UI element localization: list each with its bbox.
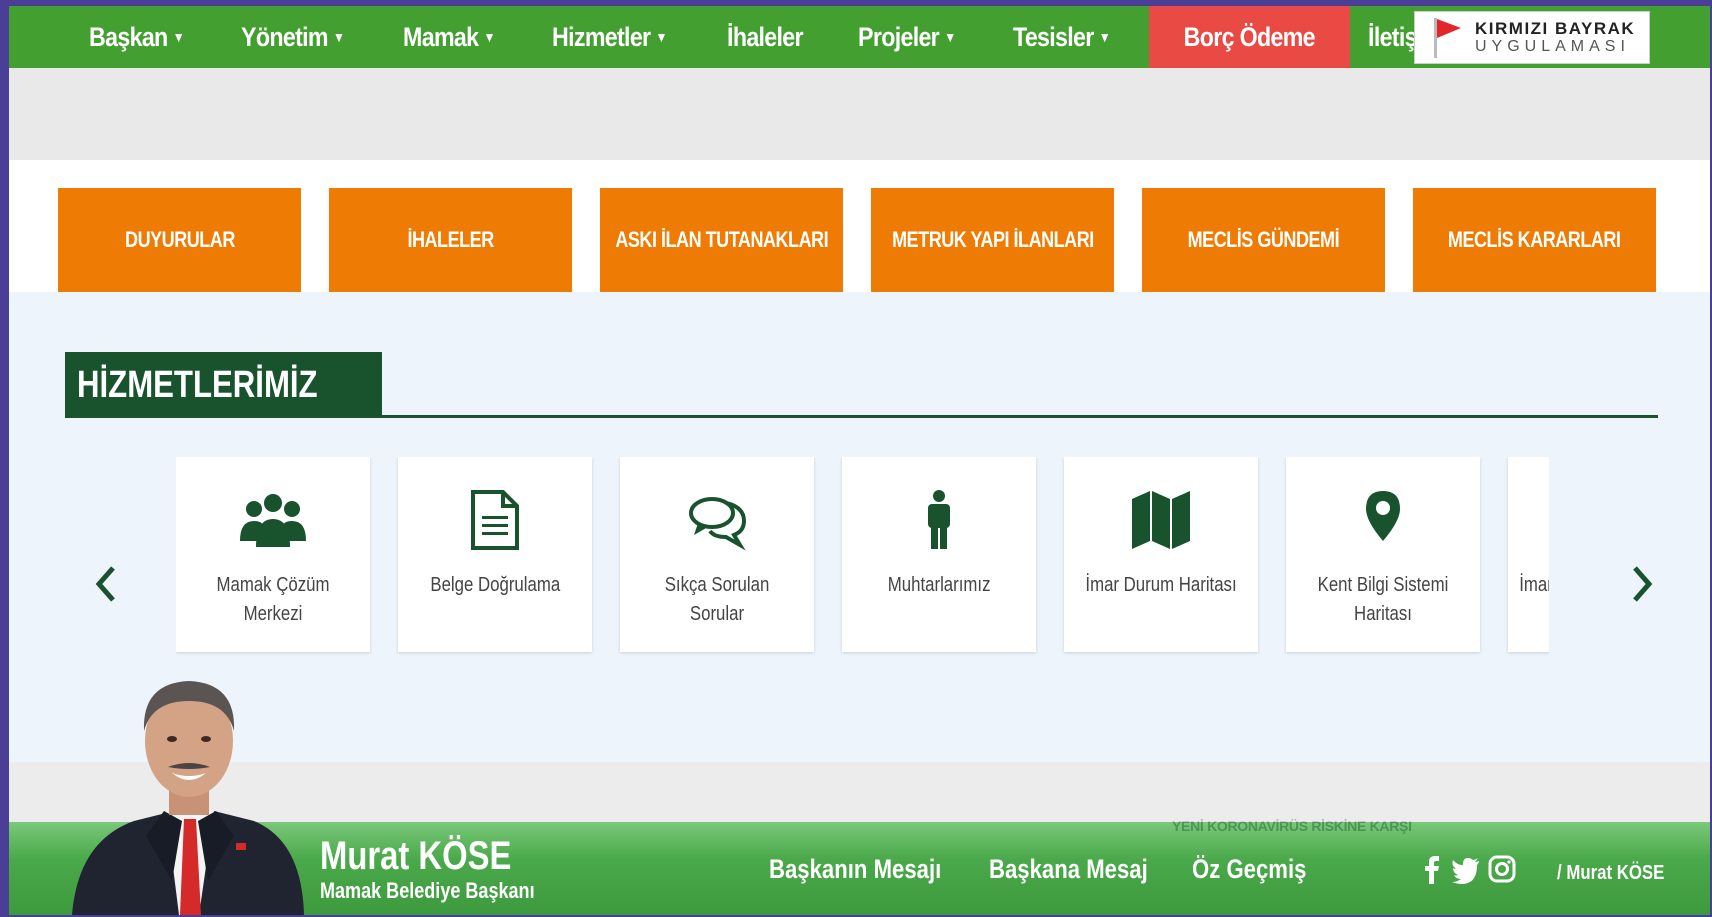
- meclis-kararlari-button[interactable]: MECLİS KARARLARI: [1413, 188, 1656, 292]
- nav-item-baskan[interactable]: Başkan ▼: [71, 6, 202, 68]
- map-icon: [1064, 489, 1258, 551]
- service-card[interactable]: Muhtarlarımız: [842, 457, 1036, 652]
- twitter-icon[interactable]: [1451, 854, 1481, 884]
- meclis-gundemi-button[interactable]: MECLİS GÜNDEMİ: [1142, 188, 1385, 292]
- top-navbar: Başkan ▼ Yönetim ▼ Mamak ▼ Hizmetler ▼ İhale…: [9, 6, 1710, 68]
- section-title: HİZMETLERİMİZ: [65, 352, 383, 418]
- social-handle: / Murat KÖSE: [1557, 862, 1665, 884]
- chat-icon: [620, 489, 814, 551]
- service-card[interactable]: Mamak Çözüm Merkezi: [176, 457, 370, 652]
- duyurular-button[interactable]: DUYURULAR: [58, 188, 301, 292]
- service-card[interactable]: İmar: [1508, 457, 1549, 652]
- nav-item-ihaleler[interactable]: İhaleler: [709, 6, 821, 68]
- flag-title: KIRMIZI BAYRAK: [1475, 19, 1636, 38]
- ghost-banner-text: YENİ KORONAVİRÜS RİSKİNE KARŞI: [1172, 818, 1412, 834]
- mayor-photo: [64, 671, 314, 915]
- page-frame: Başkan ▼ Yönetim ▼ Mamak ▼ Hizmetler ▼ İhale…: [9, 6, 1710, 915]
- map-marker-icon: [1286, 489, 1480, 551]
- red-flag-icon: [1431, 16, 1463, 60]
- mayor-title: Mamak Belediye Başkanı: [320, 878, 535, 903]
- person-icon: [842, 489, 1036, 551]
- nav-item-mamak[interactable]: Mamak ▼: [385, 6, 513, 68]
- kirmizi-bayrak-banner[interactable]: KIRMIZI BAYRAK UYGULAMASI: [1414, 11, 1650, 64]
- services-carousel: Mamak Çözüm Merkezi Belge Doğrulama Sıkç…: [176, 457, 1549, 657]
- oz-gecmis-link[interactable]: Öz Geçmiş: [1192, 854, 1332, 885]
- slider-area: [9, 68, 1710, 160]
- service-card[interactable]: Kent Bilgi Sistemi Haritası: [1286, 457, 1480, 652]
- users-icon: [176, 489, 370, 551]
- chevron-right-icon: [1633, 566, 1653, 602]
- service-card[interactable]: Belge Doğrulama: [398, 457, 592, 652]
- carousel-prev-button[interactable]: [91, 562, 121, 606]
- aski-ilan-button[interactable]: ASKI İLAN TUTANAKLARI: [600, 188, 843, 292]
- facebook-icon[interactable]: [1417, 854, 1447, 884]
- metruk-yapi-button[interactable]: METRUK YAPI İLANLARI: [871, 188, 1114, 292]
- section-divider: [65, 415, 1658, 418]
- carousel-next-button[interactable]: [1627, 562, 1657, 606]
- document-icon: [398, 489, 592, 551]
- baskana-mesaj-link[interactable]: Başkana Mesaj: [989, 854, 1183, 885]
- service-card[interactable]: Sıkça Sorulan Sorular: [620, 457, 814, 652]
- nav-item-tesisler[interactable]: Tesisler ▼: [995, 6, 1128, 68]
- flag-subtitle: UYGULAMASI: [1475, 38, 1630, 55]
- mayor-name: Murat KÖSE: [320, 834, 512, 878]
- chevron-left-icon: [95, 566, 115, 602]
- nav-item-borc-odeme[interactable]: Borç Ödeme: [1149, 6, 1351, 68]
- quick-links: DUYURULAR İHALELER ASKI İLAN TUTANAKLARI…: [58, 188, 1656, 292]
- baskanin-mesaji-link[interactable]: Başkanın Mesajı: [769, 854, 979, 885]
- nav-item-hizmetler[interactable]: Hizmetler ▼: [534, 6, 685, 68]
- service-card[interactable]: İmar Durum Haritası: [1064, 457, 1258, 652]
- nav-item-yonetim[interactable]: Yönetim ▼: [223, 6, 362, 68]
- ihaleler-button[interactable]: İHALELER: [329, 188, 572, 292]
- nav-item-projeler[interactable]: Projeler ▼: [840, 6, 973, 68]
- instagram-icon[interactable]: [1487, 854, 1517, 884]
